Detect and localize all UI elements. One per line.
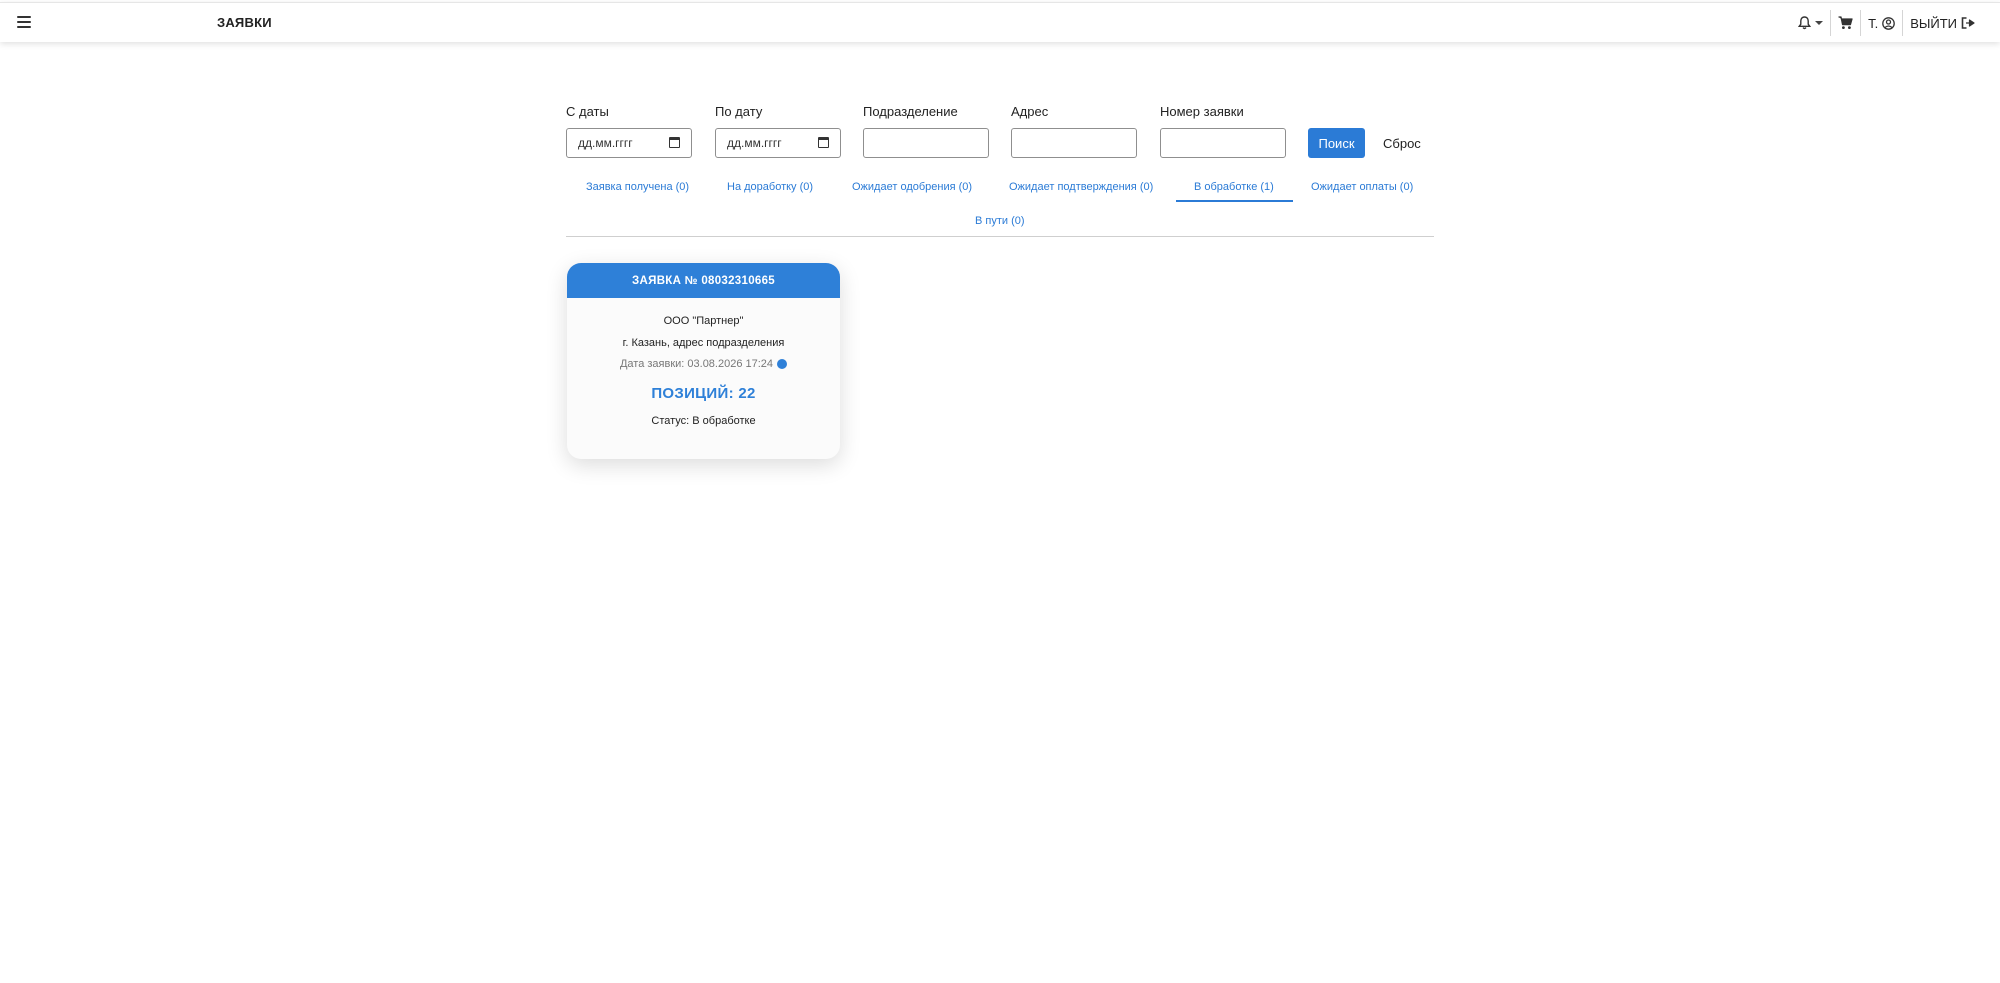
calendar-icon[interactable] <box>669 137 680 148</box>
tab-received[interactable]: Заявка получена (0) <box>586 181 689 193</box>
address-input[interactable] <box>1011 128 1137 158</box>
cart-icon <box>1838 16 1853 29</box>
order-company: ООО "Партнер" <box>663 315 744 327</box>
calendar-icon[interactable] <box>818 137 829 148</box>
to-date-label: По дату <box>715 104 763 119</box>
from-date-field: С даты дд.мм.гггг <box>566 104 692 158</box>
menu-hamburger-icon[interactable] <box>17 16 31 28</box>
order-date: Дата заявки: 03.08.2026 17:24 <box>619 358 774 370</box>
status-dot-icon <box>777 359 788 369</box>
user-profile-button[interactable]: Т. <box>1861 3 1902 43</box>
status-tabs: Заявка получена (0) На доработку (0) Ожи… <box>566 172 1434 237</box>
tab-awaiting-confirmation[interactable]: Ожидает подтверждения (0) <box>1009 181 1153 193</box>
tab-awaiting-approval[interactable]: Ожидает одобрения (0) <box>852 181 972 193</box>
search-button[interactable]: Поиск <box>1308 128 1365 158</box>
to-date-placeholder: дд.мм.гггг <box>727 136 782 150</box>
order-address: г. Казань, адрес подразделения <box>622 337 785 349</box>
from-date-input[interactable]: дд.мм.гггг <box>566 128 692 158</box>
from-date-placeholder: дд.мм.гггг <box>578 136 633 150</box>
chevron-down-icon <box>1815 21 1824 25</box>
user-initial: Т. <box>1868 15 1879 31</box>
order-positions: ПОЗИЦИЙ: 22 <box>651 385 756 402</box>
logout-label: ВЫЙТИ <box>1910 15 1957 31</box>
order-number-input[interactable] <box>1160 128 1286 158</box>
sign-out-icon <box>1961 17 1975 29</box>
header-actions: Т. ВЫЙТИ <box>1791 3 1982 43</box>
cart-button[interactable] <box>1831 3 1860 43</box>
logout-button[interactable]: ВЫЙТИ <box>1903 3 1982 43</box>
user-circle-icon <box>1882 16 1896 30</box>
page-title: ЗАЯВКИ <box>217 15 272 30</box>
division-label: Подразделение <box>863 104 958 119</box>
bell-icon <box>1798 16 1812 30</box>
to-date-field: По дату дд.мм.гггг <box>715 104 841 158</box>
from-date-label: С даты <box>566 104 609 119</box>
division-field: Подразделение <box>863 104 989 158</box>
order-number-field: Номер заявки <box>1160 104 1286 158</box>
address-field: Адрес <box>1011 104 1137 158</box>
division-input[interactable] <box>863 128 989 158</box>
order-card-title: ЗАЯВКА № 08032310665 <box>567 263 840 298</box>
tab-in-transit[interactable]: В пути (0) <box>975 215 1025 227</box>
order-card[interactable]: ЗАЯВКА № 08032310665 ООО "Партнер" г. Ка… <box>567 263 840 459</box>
tab-processing[interactable]: В обработке (1) <box>1176 181 1293 202</box>
top-navbar: ЗАЯВКИ Т. ВЫЙТИ <box>0 2 2000 42</box>
order-number-label: Номер заявки <box>1160 104 1244 119</box>
notifications-dropdown[interactable] <box>1791 3 1830 43</box>
order-status: Статус: В обработке <box>651 415 756 427</box>
reset-button[interactable]: Сброс <box>1377 128 1427 158</box>
tab-awaiting-payment[interactable]: Ожидает оплаты (0) <box>1311 181 1413 193</box>
tab-rework[interactable]: На доработку (0) <box>727 181 813 193</box>
to-date-input[interactable]: дд.мм.гггг <box>715 128 841 158</box>
order-date-row: Дата заявки: 03.08.2026 17:24 <box>567 358 840 370</box>
address-label: Адрес <box>1011 104 1049 119</box>
